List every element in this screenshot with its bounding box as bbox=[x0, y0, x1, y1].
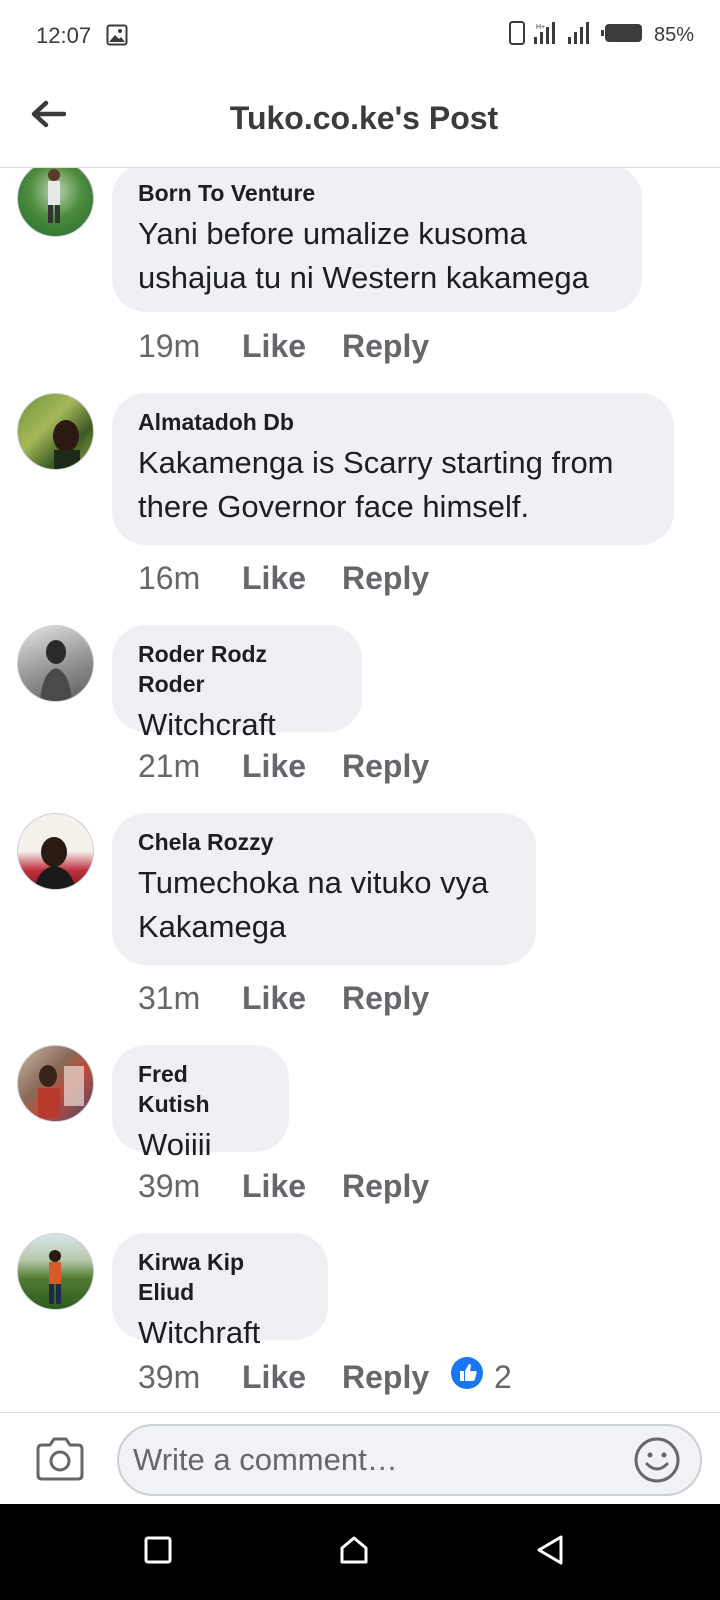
comment-bubble: Fred Kutish Woiiii bbox=[112, 1045, 289, 1162]
camera-button[interactable] bbox=[34, 1435, 86, 1483]
comment-time: 19m bbox=[138, 328, 201, 364]
comment-actions: 16m Like Reply bbox=[138, 560, 446, 597]
comment-input[interactable] bbox=[117, 1424, 702, 1496]
image-icon bbox=[106, 24, 128, 46]
post-header: Tuko.co.ke's Post bbox=[0, 72, 720, 168]
like-button[interactable]: Like bbox=[242, 560, 342, 597]
comment-author[interactable]: Kirwa Kip Eliud bbox=[138, 1247, 302, 1307]
comment-actions: 39m Like Reply bbox=[138, 1168, 446, 1205]
comments-list[interactable]: Born To Venture Yani before umalize kuso… bbox=[0, 168, 720, 1412]
home-button[interactable] bbox=[336, 1534, 372, 1570]
comment-bubble: Roder Rodz Roder Witchcraft bbox=[112, 625, 362, 742]
comment-text: Kakamenga is Scarry starting from there … bbox=[138, 445, 614, 524]
reaction-count: 2 bbox=[494, 1358, 512, 1395]
back-triangle-icon bbox=[535, 1534, 565, 1571]
reply-button[interactable]: Reply bbox=[342, 560, 446, 597]
reply-button[interactable]: Reply bbox=[342, 1168, 446, 1205]
comment-author[interactable]: Almatadoh Db bbox=[138, 407, 648, 437]
reply-button[interactable]: Reply bbox=[342, 748, 446, 785]
reply-button[interactable]: Reply bbox=[342, 328, 446, 365]
signal-icon: H+ bbox=[532, 20, 560, 51]
comment-time: 16m bbox=[138, 560, 201, 596]
comment-text: Witchraft bbox=[138, 1315, 261, 1350]
comment-composer bbox=[0, 1412, 720, 1504]
status-icons: H+ 85% bbox=[508, 20, 694, 50]
comment-bubble: Chela Rozzy Tumechoka na vituko vya Kaka… bbox=[112, 813, 536, 965]
home-icon bbox=[338, 1534, 370, 1571]
like-button[interactable]: Like bbox=[242, 1168, 342, 1205]
emoji-button[interactable] bbox=[632, 1435, 682, 1485]
comment-actions: 31m Like Reply bbox=[138, 980, 446, 1017]
emoji-icon bbox=[632, 1437, 682, 1489]
comment-actions: 39m Like Reply 2 bbox=[138, 1356, 512, 1398]
recents-button[interactable] bbox=[140, 1534, 176, 1570]
battery-icon bbox=[600, 22, 644, 49]
vibrate-icon bbox=[508, 20, 526, 51]
comment-time: 21m bbox=[138, 748, 201, 784]
comment-text: Witchcraft bbox=[138, 707, 276, 742]
comment-author[interactable]: Born To Venture bbox=[138, 178, 616, 208]
like-button[interactable]: Like bbox=[242, 328, 342, 365]
avatar[interactable] bbox=[17, 168, 94, 237]
system-back-button[interactable] bbox=[532, 1534, 568, 1570]
battery-percent: 85% bbox=[653, 23, 694, 46]
svg-text:H+: H+ bbox=[536, 24, 545, 31]
comment-bubble: Almatadoh Db Kakamenga is Scarry startin… bbox=[112, 393, 674, 545]
square-icon bbox=[143, 1535, 173, 1570]
page-title: Tuko.co.ke's Post bbox=[229, 100, 499, 136]
reaction-summary[interactable]: 2 bbox=[450, 1356, 512, 1398]
system-nav-bar bbox=[0, 1504, 720, 1600]
comment-text: Yani before umalize kusoma ushajua tu ni… bbox=[138, 216, 589, 295]
comment-author[interactable]: Chela Rozzy bbox=[138, 827, 510, 857]
reply-button[interactable]: Reply bbox=[342, 1359, 446, 1396]
comment-time: 39m bbox=[138, 1168, 201, 1204]
camera-icon bbox=[34, 1437, 86, 1487]
comment-actions: 21m Like Reply bbox=[138, 748, 446, 785]
comment-text: Tumechoka na vituko vya Kakamega bbox=[138, 865, 489, 944]
comment-text: Woiiii bbox=[138, 1127, 212, 1162]
status-bar: 12:07 H+ 85% bbox=[0, 0, 720, 72]
avatar[interactable] bbox=[17, 393, 94, 470]
avatar[interactable] bbox=[17, 813, 94, 890]
comment-author[interactable]: Fred Kutish bbox=[138, 1059, 263, 1119]
reply-button[interactable]: Reply bbox=[342, 980, 446, 1017]
status-time: 12:07 bbox=[36, 23, 92, 48]
avatar[interactable] bbox=[17, 1045, 94, 1122]
like-button[interactable]: Like bbox=[242, 980, 342, 1017]
comment-bubble: Kirwa Kip Eliud Witchraft bbox=[112, 1233, 328, 1350]
comment-bubble: Born To Venture Yani before umalize kuso… bbox=[112, 168, 642, 312]
comment-actions: 19m Like Reply bbox=[138, 328, 446, 365]
comment-time: 31m bbox=[138, 980, 201, 1016]
like-button[interactable]: Like bbox=[242, 748, 342, 785]
signal-icon bbox=[566, 20, 594, 51]
avatar[interactable] bbox=[17, 1233, 94, 1310]
like-button[interactable]: Like bbox=[242, 1359, 342, 1396]
comment-author[interactable]: Roder Rodz Roder bbox=[138, 639, 336, 699]
avatar[interactable] bbox=[17, 625, 94, 702]
comment-time: 39m bbox=[138, 1358, 201, 1395]
thumbs-up-icon bbox=[450, 1356, 484, 1398]
